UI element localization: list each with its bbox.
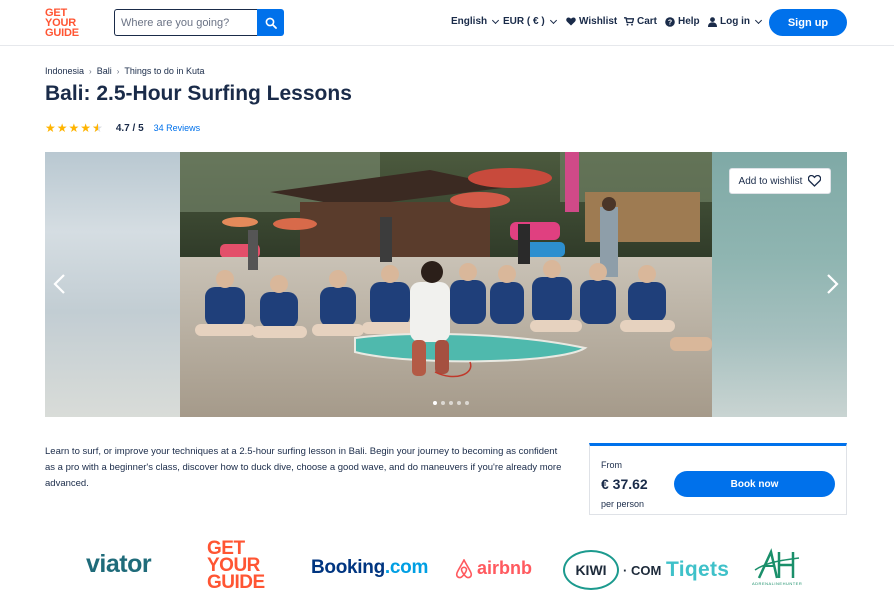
kiwi-circle: KIWI <box>563 550 619 590</box>
reviews-link[interactable]: 34 Reviews <box>154 123 201 133</box>
kiwi-com-logo: KIWI · COM <box>563 550 661 590</box>
surf-lesson-photo <box>180 152 712 417</box>
breadcrumb-separator: › <box>89 66 92 76</box>
wishlist-link[interactable]: Wishlist <box>566 16 617 27</box>
booking-main-text: Booking <box>311 557 385 578</box>
svg-text:?: ? <box>668 19 672 26</box>
airbnb-text: airbnb <box>477 558 533 578</box>
tiqets-logo: Tiqets <box>666 558 730 581</box>
kiwi-suffix-text: · COM <box>623 562 662 578</box>
booking-card: From € 37.62 per person Book now <box>589 443 847 515</box>
search-icon <box>265 17 277 29</box>
search-input[interactable] <box>114 9 257 36</box>
price-value: € 37.62 <box>601 476 648 492</box>
booking-com-logo: Booking .com <box>311 557 428 579</box>
login-menu[interactable]: Log in <box>708 16 763 27</box>
airbnb-icon <box>455 558 473 578</box>
getyourguide-partner-logo: GET YOUR GUIDE <box>207 539 265 593</box>
gallery-pagination <box>433 401 469 405</box>
wishlist-button-label: Add to wishlist <box>738 175 803 187</box>
viator-logo: viator <box>86 550 152 578</box>
partner-logos-strip: viator GET YOUR GUIDE Booking .com airbnb… <box>0 520 894 609</box>
chevron-left-icon <box>53 274 65 294</box>
per-person-label: per person <box>601 499 645 509</box>
gallery-dot[interactable] <box>465 401 469 405</box>
adrenaline-hunter-icon <box>754 548 800 579</box>
rating-value: 4.7 / 5 <box>115 122 144 134</box>
gyg-line-3: GUIDE <box>207 572 265 593</box>
language-selector[interactable]: English <box>451 16 500 27</box>
gallery-next-button[interactable] <box>822 272 842 296</box>
chevron-right-icon <box>827 274 839 294</box>
rating-row: ★ ★ ★ ★ ★ 4.7 / 5 34 Reviews <box>45 121 200 135</box>
gallery-prev-button[interactable] <box>50 272 70 296</box>
star-icon: ★ <box>68 121 80 135</box>
help-icon: ? <box>665 16 675 27</box>
kiwi-circle-text: KIWI <box>575 562 607 578</box>
search-bar <box>114 9 284 36</box>
rating-stars: ★ ★ ★ ★ ★ <box>45 121 103 135</box>
add-to-wishlist-button[interactable]: Add to wishlist <box>729 168 831 194</box>
wishlist-label: Wishlist <box>579 16 618 27</box>
star-icon: ★ <box>45 121 56 135</box>
search-button[interactable] <box>257 9 284 36</box>
breadcrumb-item-bali[interactable]: Bali <box>97 66 112 76</box>
signup-button[interactable]: Sign up <box>769 9 847 36</box>
breadcrumb: Indonesia › Bali › Things to do in Kuta <box>45 66 204 76</box>
cart-link[interactable]: Cart <box>624 16 657 27</box>
adrenaline-hunter-logo: ADRENALINEHUNTER <box>752 548 802 586</box>
login-label: Log in <box>720 16 750 27</box>
language-label: English <box>451 16 488 27</box>
gallery-dot[interactable] <box>457 401 461 405</box>
cart-icon <box>624 17 634 26</box>
logo-line-3: GUIDE <box>45 27 79 39</box>
from-label: From <box>601 460 622 470</box>
airbnb-logo: airbnb <box>455 558 532 579</box>
chevron-down-icon <box>492 16 500 24</box>
star-icon: ★ <box>56 121 68 135</box>
half-star-icon: ★ <box>92 121 103 135</box>
chevron-down-icon <box>754 16 763 24</box>
page-title: Bali: 2.5-Hour Surfing Lessons <box>45 82 352 105</box>
breadcrumb-item-indonesia[interactable]: Indonesia <box>45 66 84 76</box>
cart-label: Cart <box>637 16 658 27</box>
booking-suffix-text: .com <box>384 557 429 578</box>
adrenaline-hunter-text: ADRENALINEHUNTER <box>752 581 803 586</box>
currency-selector[interactable]: EUR ( € ) <box>503 16 557 27</box>
heart-icon <box>808 175 822 187</box>
top-header: GET YOUR GUIDE English EUR ( € ) Wishlis… <box>0 0 894 46</box>
breadcrumb-separator: › <box>116 66 120 76</box>
photo-gallery: Add to wishlist <box>45 152 847 417</box>
gallery-main-image[interactable] <box>180 152 712 417</box>
gallery-dot[interactable] <box>433 401 437 405</box>
currency-label: EUR ( € ) <box>503 16 545 27</box>
user-icon <box>708 16 717 27</box>
getyourguide-logo[interactable]: GET YOUR GUIDE <box>45 8 85 39</box>
activity-description: Learn to surf, or improve your technique… <box>45 446 562 489</box>
gallery-dot[interactable] <box>449 401 453 405</box>
chevron-down-icon <box>549 16 557 24</box>
help-link[interactable]: ? Help <box>665 16 700 27</box>
gallery-dot[interactable] <box>441 401 445 405</box>
book-now-button[interactable]: Book now <box>674 471 835 497</box>
star-icon: ★ <box>80 121 92 135</box>
help-label: Help <box>678 16 700 27</box>
breadcrumb-item-kuta[interactable]: Things to do in Kuta <box>124 66 204 76</box>
heart-icon <box>566 17 576 26</box>
